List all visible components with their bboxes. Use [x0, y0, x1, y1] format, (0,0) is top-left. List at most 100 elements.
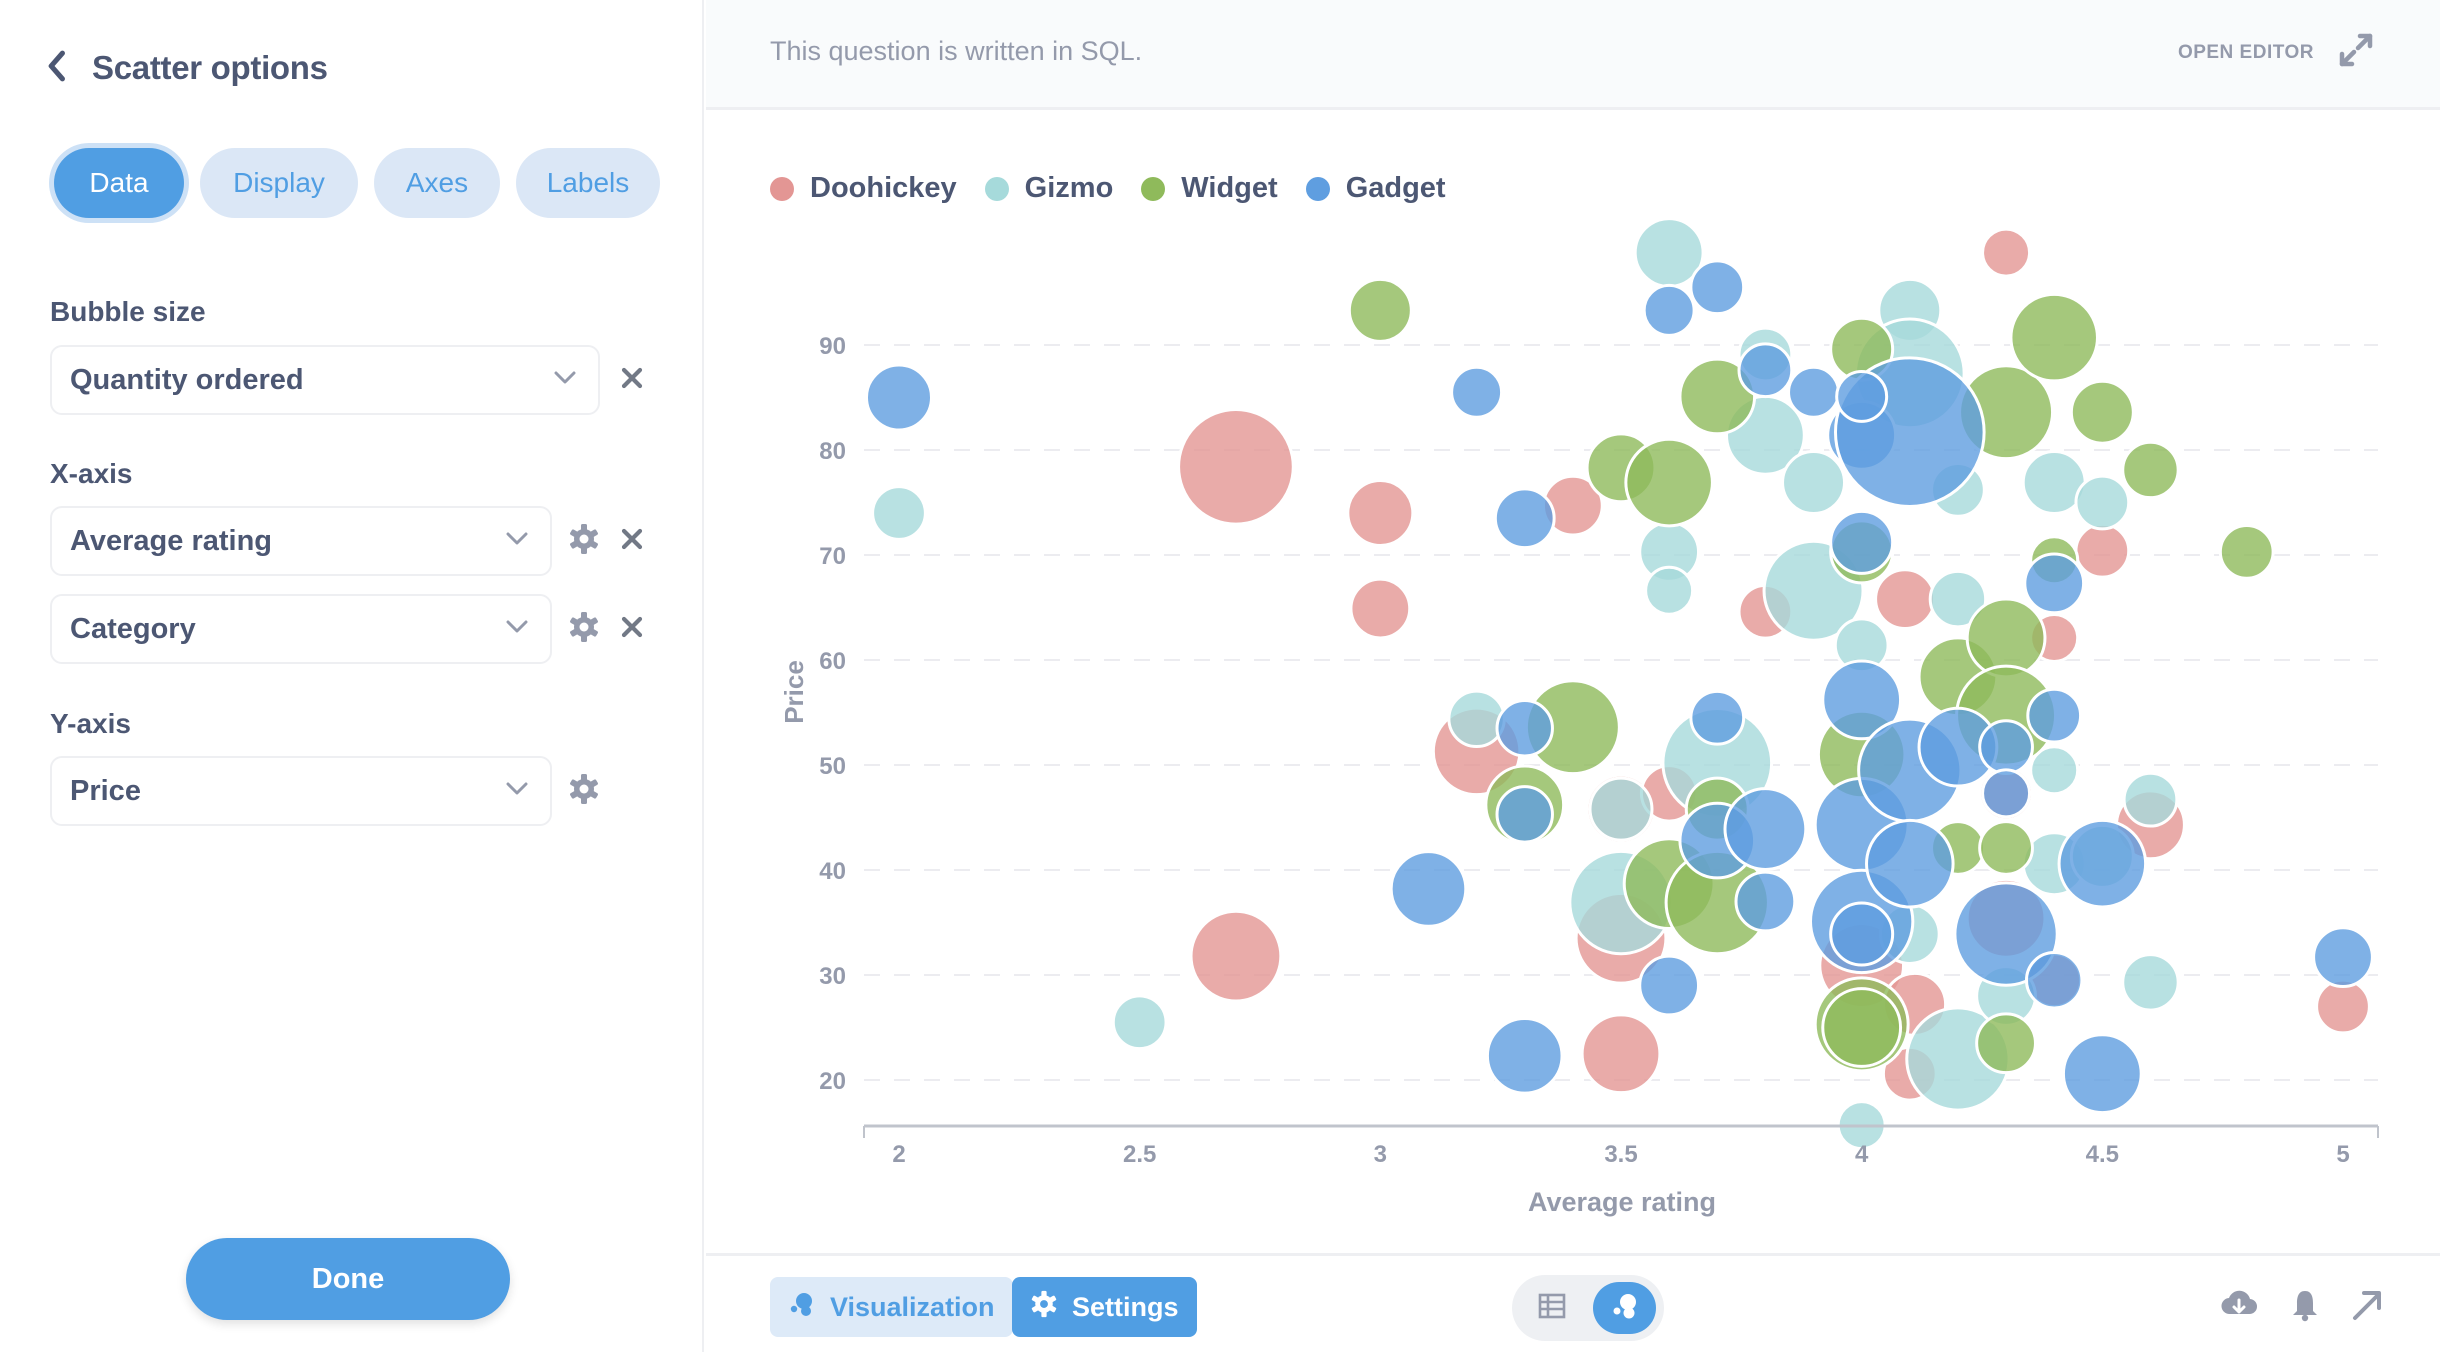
y-tick-label: 60 [819, 648, 846, 675]
bubble-point [1495, 699, 1554, 758]
download-button[interactable] [2218, 1286, 2260, 1328]
y-axis-title: Price [779, 660, 809, 724]
x-tick-label: 5 [2336, 1141, 2349, 1168]
bubble-point [2122, 771, 2179, 828]
bubble-point [1580, 1013, 1662, 1095]
x-axis-value-1: Average rating [70, 524, 272, 557]
x-axis-2-settings-button[interactable] [566, 611, 602, 647]
bubble-point [1347, 277, 1413, 343]
x-tick-label: 4 [1855, 1141, 1869, 1168]
bubble-point [871, 485, 927, 541]
bubble-point [1829, 509, 1895, 575]
y-tick-label: 40 [819, 858, 846, 885]
bubble-point [2069, 379, 2135, 445]
bubble-point [1689, 689, 1746, 746]
bubble-point [1978, 820, 2034, 876]
bubble-point [1450, 365, 1504, 419]
bubble-point [2121, 953, 2180, 1012]
settings-button[interactable]: Settings [1012, 1277, 1197, 1337]
x-axis-1-settings-button[interactable] [566, 523, 602, 559]
x-axis-label: X-axis [50, 458, 133, 489]
bubble-size-label: Bubble size [50, 296, 206, 327]
tab-labels[interactable]: Labels [516, 148, 660, 218]
bell-icon [2286, 1286, 2324, 1329]
bubble-point [1624, 437, 1714, 528]
bubble-point [1978, 719, 2034, 776]
bubble-point [1787, 365, 1841, 419]
y-tick-label: 50 [819, 753, 846, 780]
settings-tabs: Data Display Axes Labels [54, 148, 660, 218]
bubble-point [1723, 787, 1808, 871]
done-button[interactable]: Done [186, 1238, 510, 1320]
sidebar-title: Scatter options [92, 49, 328, 86]
gear-icon [568, 611, 600, 648]
bubble-point [1835, 369, 1889, 423]
visualization-button[interactable]: Visualization [770, 1277, 1013, 1337]
scatter-options-sidebar: Scatter options Data Display Axes Labels… [0, 0, 704, 1352]
back-to-visualizations[interactable]: Scatter options [44, 44, 328, 92]
bubble-point [1346, 478, 1415, 548]
bubble-point [1981, 227, 2032, 278]
bubble-point [1865, 818, 1955, 909]
x-tick-label: 4.5 [2086, 1141, 2119, 1168]
y-tick-label: 20 [819, 1068, 846, 1095]
tab-data[interactable]: Data [54, 148, 184, 218]
bubble-point [2057, 818, 2148, 909]
bubble-point [2074, 522, 2131, 579]
remove-bubble-size-button[interactable] [614, 362, 650, 398]
bubble-point [2026, 687, 2083, 744]
legend-label: Gadget [1345, 172, 1446, 204]
close-icon [616, 611, 648, 648]
bubble-size-select[interactable]: Quantity ordered [50, 345, 600, 415]
app: Scatter options Data Display Axes Labels… [0, 0, 2440, 1352]
alert-button[interactable] [2284, 1286, 2326, 1328]
bubble-point [1495, 785, 1554, 844]
x-axis-select-2[interactable]: Category [50, 594, 552, 664]
view-toggle [1512, 1275, 1664, 1341]
y-axis-select[interactable]: Price [50, 756, 552, 826]
bubble-point [1975, 1012, 2037, 1075]
bubble-size-value: Quantity ordered [70, 363, 304, 396]
legend-item-widget[interactable]: Widget [1141, 172, 1278, 205]
y-tick-label: 70 [819, 543, 846, 570]
tab-display[interactable]: Display [200, 148, 358, 218]
chevron-down-icon [554, 371, 576, 390]
legend-item-gizmo[interactable]: Gizmo [984, 172, 1114, 205]
bubble-point [1389, 850, 1468, 928]
bubble-point [1111, 994, 1168, 1051]
legend-label: Doohickey [810, 172, 957, 204]
legend-item-doohickey[interactable]: Doohickey [770, 172, 957, 205]
visualization-label: Visualization [830, 1291, 995, 1322]
bubble-point [2023, 552, 2086, 615]
x-axis-value-2: Category [70, 612, 196, 645]
remove-x-axis-2-button[interactable] [614, 611, 650, 647]
chart-view-toggle[interactable] [1593, 1282, 1656, 1334]
legend-item-gadget[interactable]: Gadget [1305, 172, 1446, 205]
bubble-point [2121, 440, 2180, 500]
y-axis-settings-button[interactable] [566, 773, 602, 809]
query-footer: Visualization Settings [706, 1253, 2440, 1352]
bubble-point [2009, 292, 2099, 383]
legend-label: Gizmo [1024, 172, 1114, 204]
remove-x-axis-1-button[interactable] [614, 523, 650, 559]
bubble-point [1588, 776, 1654, 842]
close-icon [616, 362, 648, 399]
bubble-chart-icon [788, 1290, 816, 1325]
chevron-left-icon [44, 50, 68, 87]
bubble-point [1447, 689, 1506, 749]
legend-dot-gadget [1305, 176, 1330, 201]
bubble-point [2312, 926, 2374, 989]
legend-dot-doohickey [770, 176, 794, 201]
bubble-point [1642, 283, 1696, 337]
x-axis-select-1[interactable]: Average rating [50, 506, 552, 576]
share-button[interactable] [2346, 1286, 2388, 1328]
y-tick-label: 80 [819, 438, 846, 465]
bubble-point [1689, 259, 1746, 316]
y-tick-label: 90 [819, 333, 846, 360]
close-icon [616, 523, 648, 560]
chevron-down-icon [506, 620, 528, 639]
tab-axes[interactable]: Axes [374, 148, 500, 218]
legend-dot-gizmo [984, 176, 1009, 201]
table-view-toggle[interactable] [1520, 1282, 1583, 1334]
download-icon [2220, 1286, 2258, 1329]
